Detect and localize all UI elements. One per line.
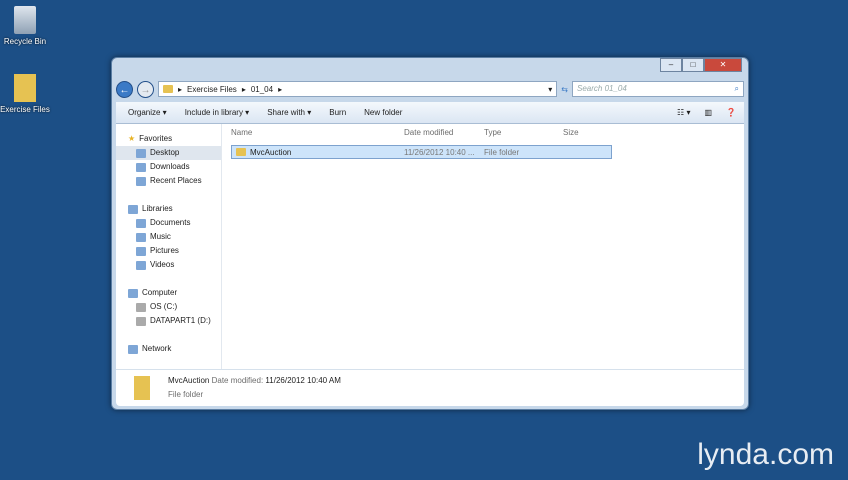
column-name[interactable]: Name [231, 128, 252, 137]
file-date: 11/26/2012 10:40 ... [404, 147, 475, 157]
address-bar[interactable]: ▸ Exercise Files ▸ 01_04 ▸ ▾ [158, 81, 558, 97]
crumb[interactable]: Exercise Files [187, 85, 237, 94]
file-name: MvcAuction [250, 147, 292, 157]
folder-icon [14, 74, 36, 102]
search-icon: ⌕ [734, 84, 739, 93]
history-dropdown[interactable]: ▾ [548, 85, 556, 94]
label: Exercise Files [0, 105, 50, 114]
refresh-button[interactable]: ⇆ [561, 85, 568, 94]
folder-icon [163, 85, 173, 93]
recycle-bin[interactable]: Recycle Bin [0, 6, 50, 46]
crumb[interactable]: 01_04 [251, 85, 273, 94]
nav-computer[interactable]: Computer [116, 286, 221, 300]
search-placeholder: Search 01_04 [577, 84, 627, 93]
label: Recycle Bin [3, 37, 47, 46]
nav-music[interactable]: Music [116, 230, 221, 244]
maximize-button[interactable]: □ [682, 58, 704, 72]
minimize-button[interactable]: – [660, 58, 682, 72]
search-input[interactable]: Search 01_04 ⌕ [572, 81, 744, 97]
views-icon[interactable]: ☷ ▾ [677, 108, 690, 117]
status-date-label: Date modified: [211, 376, 264, 385]
exercise-files[interactable]: Exercise Files [0, 74, 50, 114]
status-date: 11/26/2012 10:40 AM [265, 376, 341, 385]
nav-documents[interactable]: Documents [116, 216, 221, 230]
file-type: File folder [484, 147, 520, 157]
nav-pictures[interactable]: Pictures [116, 244, 221, 258]
lynda-watermark: lynda.com [697, 438, 834, 471]
share-with-button[interactable]: Share with ▾ [267, 108, 311, 117]
column-size[interactable]: Size [563, 128, 579, 137]
explorer-window: – □ ✕ ← → ▸ Exercise Files ▸ 01_04 ▸ ▾ ⇆ Sear… [111, 57, 749, 410]
close-button[interactable]: ✕ [704, 58, 742, 72]
file-row[interactable]: MvcAuction 11/26/2012 10:40 ... File fol… [231, 145, 612, 159]
nav-videos[interactable]: Videos [116, 258, 221, 272]
column-type[interactable]: Type [484, 128, 501, 137]
burn-button[interactable]: Burn [329, 108, 346, 117]
include-in-library-button[interactable]: Include in library ▾ [185, 108, 250, 117]
nav-desktop[interactable]: Desktop [116, 146, 221, 160]
star-icon: ★ [128, 134, 136, 143]
nav-libraries[interactable]: Libraries [116, 202, 221, 216]
nav-downloads[interactable]: Downloads [116, 160, 221, 174]
details-pane: MvcAuction Date modified: 11/26/2012 10:… [116, 369, 744, 406]
folder-icon [236, 148, 246, 156]
help-icon[interactable]: ❓ [726, 108, 736, 117]
status-type: File folder [168, 390, 204, 399]
nav-network[interactable]: Network [116, 342, 221, 356]
organize-button[interactable]: Organize ▾ [128, 108, 167, 117]
nav-favorites[interactable]: ★ Favorites [116, 132, 221, 146]
back-button[interactable]: ← [116, 80, 133, 98]
file-list: Name Date modified Type Size MvcAuction … [222, 124, 744, 369]
status-name: MvcAuction [168, 376, 210, 385]
nav-recent-places[interactable]: Recent Places [116, 174, 221, 188]
navigation-pane: ★ Favorites Desktop Downloads Recent Plac… [116, 124, 222, 369]
new-folder-button[interactable]: New folder [364, 108, 402, 117]
nav-drive-d[interactable]: DATAPART1 (D:) [116, 314, 221, 328]
folder-icon [134, 376, 150, 400]
nav-drive-c[interactable]: OS (C:) [116, 300, 221, 314]
column-date[interactable]: Date modified [404, 128, 453, 137]
preview-pane-icon[interactable]: ▥ [704, 108, 712, 117]
forward-button[interactable]: → [137, 80, 154, 98]
recycle-bin-icon [14, 6, 36, 34]
